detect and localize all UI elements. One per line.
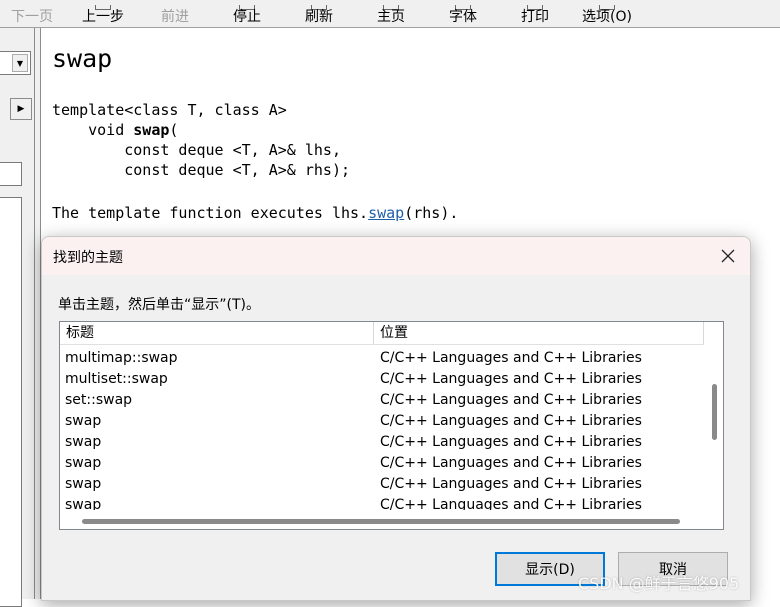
stop-label: 停止: [233, 9, 261, 25]
horizontal-scroll-thumb[interactable]: [82, 519, 680, 524]
topics-found-dialog: 找到的主题 单击主题，然后单击“显示”(T)。 标题 位置 multimap::…: [41, 236, 751, 601]
refresh-button[interactable]: 刷新: [289, 0, 349, 26]
description: The template function executes lhs.swap(…: [52, 203, 458, 223]
code-line: void swap(: [52, 120, 178, 140]
next-page-label: 下一页: [11, 9, 53, 25]
navigation-pane: ▼ ▶: [0, 28, 35, 607]
function-name: swap: [133, 121, 170, 139]
dialog-title: 找到的主题: [53, 250, 123, 266]
forward-button[interactable]: 前进: [145, 0, 205, 26]
row-location: C/C++ Languages and C++ Libraries: [380, 350, 642, 366]
close-icon: [721, 249, 735, 263]
list-rows: multimap::swapC/C++ Languages and C++ Li…: [60, 348, 704, 516]
toolbar: 下一页 上一步 前进 停止 刷新 主页 字体 打印 选项(O): [0, 0, 780, 28]
row-title: swap: [65, 413, 102, 429]
watermark: CSDN @鲜于言悠905: [578, 574, 740, 593]
list-row[interactable]: swap C/C++ Languages and C++ Libraries: [60, 411, 704, 432]
row-title: swap: [65, 476, 102, 492]
row-title: multiset::swap: [65, 371, 168, 387]
options-label: 选项(O): [582, 9, 632, 25]
list-row[interactable]: multimap::swap C/C++ Languages and C++ Li…: [60, 348, 704, 369]
close-button[interactable]: [706, 237, 750, 275]
list-row[interactable]: multiset::swap C/C++ Languages and C++ Li…: [60, 369, 704, 390]
row-title: swap: [65, 455, 102, 471]
nav-arrow-button[interactable]: ▶: [10, 98, 32, 120]
row-location: C/C++ Languages and C++ Libraries: [380, 371, 642, 387]
stop-button[interactable]: 停止: [217, 0, 277, 26]
home-label: 主页: [377, 9, 405, 25]
back-button[interactable]: 上一步: [73, 0, 133, 26]
list-row[interactable]: set::swap C/C++ Languages and C++ Librari…: [60, 390, 704, 411]
column-header-location[interactable]: 位置: [374, 322, 704, 344]
description-text: The template function executes lhs.: [52, 204, 369, 222]
column-header-title[interactable]: 标题: [60, 322, 374, 344]
nav-search-field[interactable]: [0, 162, 22, 186]
nav-dropdown[interactable]: ▼: [0, 51, 31, 75]
horizontal-scrollbar[interactable]: [60, 510, 723, 529]
next-page-button[interactable]: 下一页: [2, 0, 62, 26]
topic-title: swap: [52, 44, 113, 73]
nav-list[interactable]: [0, 197, 22, 607]
description-text: (rhs).: [404, 204, 459, 222]
swap-link[interactable]: swap: [368, 204, 404, 222]
print-label: 打印: [521, 9, 549, 25]
code-line: template<class T, class A>: [52, 101, 287, 119]
code-line: const deque <T, A>& rhs);: [52, 161, 351, 179]
row-title: multimap::swap: [65, 350, 178, 366]
chevron-down-icon[interactable]: ▼: [12, 54, 28, 72]
back-label: 上一步: [82, 9, 124, 25]
options-button[interactable]: 选项(O): [576, 0, 638, 26]
row-title: set::swap: [65, 392, 133, 408]
refresh-label: 刷新: [305, 9, 333, 25]
list-row[interactable]: swap C/C++ Languages and C++ Libraries: [60, 474, 704, 495]
topics-list[interactable]: 标题 位置 multimap::swapC/C++ Languages and …: [59, 321, 724, 530]
font-button[interactable]: 字体: [433, 0, 493, 26]
list-row[interactable]: swap C/C++ Languages and C++ Libraries: [60, 453, 704, 474]
row-location: C/C++ Languages and C++ Libraries: [380, 455, 642, 471]
dialog-titlebar[interactable]: 找到的主题: [42, 237, 750, 275]
code-text: void: [52, 121, 134, 139]
row-title: swap: [65, 434, 102, 450]
vertical-scrollbar[interactable]: [704, 322, 723, 512]
code-line: const deque <T, A>& lhs,: [52, 141, 341, 159]
row-location: C/C++ Languages and C++ Libraries: [380, 434, 642, 450]
forward-label: 前进: [161, 9, 189, 25]
list-row[interactable]: swap C/C++ Languages and C++ Libraries: [60, 432, 704, 453]
code-text: (: [169, 121, 179, 139]
row-location: C/C++ Languages and C++ Libraries: [380, 476, 642, 492]
home-button[interactable]: 主页: [361, 0, 421, 26]
row-location: C/C++ Languages and C++ Libraries: [380, 392, 642, 408]
list-header: 标题 位置: [60, 322, 704, 345]
instruction-text: 单击主题，然后单击“显示”(T)。: [58, 297, 260, 313]
triangle-right-icon: ▶: [17, 104, 25, 114]
row-location: C/C++ Languages and C++ Libraries: [380, 413, 642, 429]
font-label: 字体: [449, 9, 477, 25]
print-button[interactable]: 打印: [505, 0, 565, 26]
vertical-scroll-thumb[interactable]: [712, 384, 717, 440]
